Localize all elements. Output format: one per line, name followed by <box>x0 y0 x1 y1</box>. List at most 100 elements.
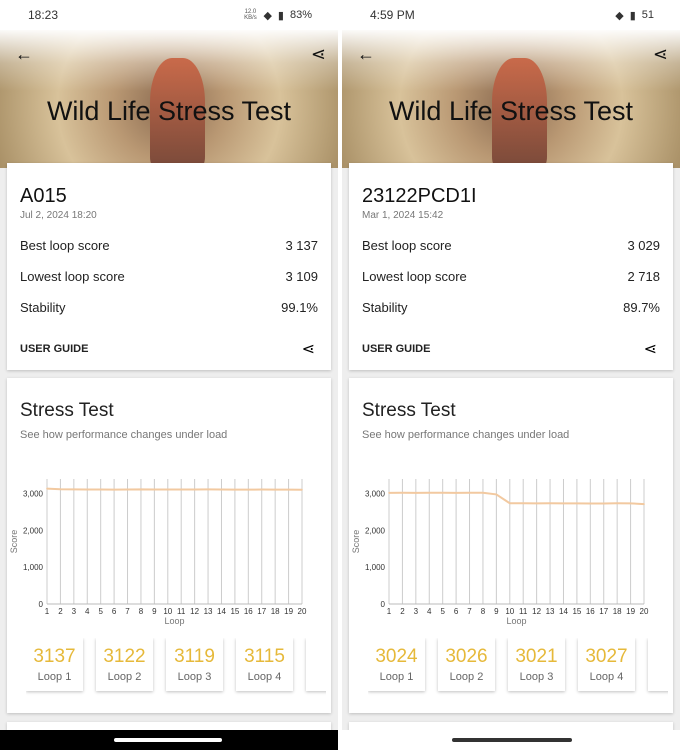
data-point <box>562 502 565 505</box>
loop-label: Loop 2 <box>107 671 142 683</box>
back-arrow-icon[interactable]: ← <box>15 44 33 65</box>
x-tick-label: 1 <box>45 607 50 616</box>
wifi-icon: ◆ <box>615 9 624 22</box>
navigation-bar <box>342 730 680 750</box>
back-arrow-icon[interactable]: ← <box>357 44 375 65</box>
stability-row: Stability 99.1% <box>20 300 318 315</box>
x-tick-label: 3 <box>72 607 77 616</box>
loop-score-card[interactable]: 3115 Loop 4 <box>236 638 293 691</box>
loop-score-card[interactable]: 3122 Loop 2 <box>96 638 153 691</box>
x-tick-label: 10 <box>163 607 172 616</box>
x-tick-label: 15 <box>572 607 581 616</box>
data-point <box>428 491 431 494</box>
data-point <box>589 502 592 505</box>
data-point <box>234 488 236 491</box>
value: 2 718 <box>627 269 660 284</box>
stress-test-card: Stress Test See how performance changes … <box>349 378 673 713</box>
x-tick-label: 14 <box>559 607 568 616</box>
share-icon[interactable]: ⋖ <box>302 339 315 359</box>
x-tick-label: 8 <box>139 607 144 616</box>
data-point <box>140 488 142 491</box>
data-point <box>180 488 183 491</box>
loop-score-card[interactable]: 3021 Loop 3 <box>508 638 565 691</box>
data-point <box>220 488 223 491</box>
user-guide-link[interactable]: USER GUIDE <box>362 343 430 355</box>
loop-label: Loop 4 <box>247 671 282 683</box>
loop-score: 3024 <box>375 646 418 667</box>
loop-score-card[interactable]: 3024 Loop 1 <box>368 638 425 691</box>
data-point <box>643 503 645 505</box>
stress-chart: 1 2 3 4 5 6 7 8 9 10 11 12 13 14 15 16 17 18 19 2001,0002,0… <box>9 479 307 626</box>
home-handle[interactable] <box>114 738 222 742</box>
loop-score: 3115 <box>244 646 285 667</box>
test-date: Mar 1, 2024 15:42 <box>362 210 444 221</box>
data-point <box>301 488 303 491</box>
label: Lowest loop score <box>362 269 467 284</box>
data-point <box>113 488 115 491</box>
y-tick-label: 3,000 <box>365 490 386 499</box>
data-point <box>415 492 417 494</box>
x-axis-label: Loop <box>506 616 526 626</box>
loop-score: 3137 <box>33 646 76 667</box>
loop-score: 3021 <box>515 646 558 667</box>
data-point <box>549 502 551 505</box>
value: 3 109 <box>285 269 318 284</box>
battery-level: 51 <box>641 9 654 21</box>
x-tick-label: 12 <box>190 607 199 616</box>
loop-label: Loop 3 <box>177 671 212 683</box>
x-tick-label: 5 <box>98 607 103 616</box>
data-point <box>46 487 48 490</box>
x-tick-label: 6 <box>454 607 459 616</box>
loop-score-card[interactable]: 3137 Loop 1 <box>26 638 83 691</box>
x-tick-label: 18 <box>271 607 280 616</box>
status-time: 4:59 PM <box>370 8 415 22</box>
share-icon[interactable]: ⋖ <box>653 44 668 65</box>
page-title: Wild Life Stress Test <box>388 96 634 126</box>
data-point <box>193 488 196 491</box>
x-tick-label: 17 <box>257 607 266 616</box>
loop-score-card[interactable]: 3026 Loop 2 <box>438 638 495 691</box>
stress-test-card: Stress Test See how performance changes … <box>7 378 331 713</box>
lowest-loop-row: Lowest loop score 3 109 <box>20 269 318 284</box>
wifi-icon: ◆ <box>263 9 272 22</box>
loop-score-card[interactable] <box>648 638 668 691</box>
battery-icon: ▮ <box>277 9 284 22</box>
x-tick-label: 1 <box>387 607 392 616</box>
x-tick-label: 5 <box>440 607 445 616</box>
x-tick-label: 20 <box>298 607 307 616</box>
y-tick-label: 2,000 <box>23 526 44 535</box>
value: 89.7% <box>623 300 660 315</box>
result-card: A015 Jul 2, 2024 18:20 Best loop score 3 … <box>7 163 331 370</box>
y-tick-label: 3,000 <box>23 490 44 499</box>
loop-score-card[interactable]: 3 <box>306 638 326 691</box>
loop-scores-carousel[interactable]: 3137 Loop 1 3122 Loop 2 3119 Loop 3 3115 Loop 4… <box>26 638 326 698</box>
data-point <box>441 491 444 494</box>
score-line <box>388 491 645 506</box>
data-point <box>207 488 209 491</box>
x-tick-label: 19 <box>626 607 635 616</box>
x-tick-label: 7 <box>467 607 472 616</box>
home-handle[interactable] <box>452 738 572 742</box>
lowest-loop-row: Lowest loop score 2 718 <box>362 269 660 284</box>
share-icon[interactable]: ⋖ <box>311 44 326 65</box>
loop-score-card[interactable]: 3027 Loop 4 <box>578 638 635 691</box>
x-tick-label: 4 <box>427 607 432 616</box>
x-tick-label: 20 <box>640 607 649 616</box>
loop-score-card[interactable]: 3119 Loop 3 <box>166 638 223 691</box>
data-point <box>455 492 457 494</box>
x-tick-label: 13 <box>546 607 555 616</box>
data-point <box>260 488 263 491</box>
navigation-bar <box>0 730 338 750</box>
data-point <box>126 488 129 491</box>
value: 3 137 <box>285 238 318 253</box>
data-point <box>166 488 169 491</box>
share-icon[interactable]: ⋖ <box>644 339 657 359</box>
label: Stability <box>362 300 408 315</box>
data-point <box>616 502 618 505</box>
user-guide-link[interactable]: USER GUIDE <box>20 343 88 355</box>
loop-scores-carousel[interactable]: 3024 Loop 1 3026 Loop 2 3021 Loop 3 3027 Loop 4 <box>368 638 668 698</box>
y-axis-label: Score <box>9 530 19 554</box>
loop-score: 3119 <box>174 646 215 667</box>
data-point <box>522 502 525 505</box>
best-loop-row: Best loop score 3 029 <box>362 238 660 253</box>
